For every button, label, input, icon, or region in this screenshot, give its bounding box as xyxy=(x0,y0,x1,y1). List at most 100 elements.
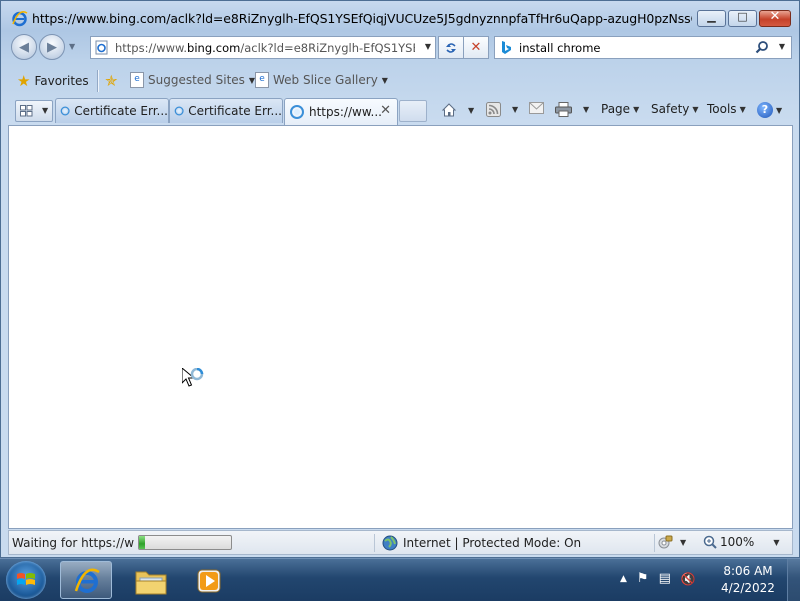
suggested-sites-label: Suggested Sites xyxy=(148,73,245,87)
star-icon: ★ xyxy=(17,72,31,90)
help-menu[interactable]: ? ▼ xyxy=(757,102,782,118)
add-favorite-star-icon: ✯ xyxy=(105,72,118,90)
taskbar-media-player[interactable] xyxy=(184,561,236,599)
help-icon: ? xyxy=(757,102,773,118)
tab-label: Certificate Err... xyxy=(74,104,168,118)
maximize-button[interactable]: □ xyxy=(728,10,757,27)
chevron-down-icon: ▼ xyxy=(776,105,783,115)
tab-certificate-error-1[interactable]: Certificate Err... xyxy=(55,98,169,123)
loading-progress-bar xyxy=(138,535,232,550)
address-url[interactable]: https://www.bing.com/aclk?ld=e8RiZnyglh-… xyxy=(115,41,415,55)
home-dropdown-icon[interactable]: ▼ xyxy=(468,106,474,115)
taskbar-windows-explorer[interactable] xyxy=(124,561,176,599)
clock-time: 8:06 AM xyxy=(723,564,773,578)
caption-buttons: ▁ □ ✕ xyxy=(697,9,791,27)
print-dropdown-icon[interactable]: ▼ xyxy=(583,105,589,114)
web-slice-gallery-link[interactable]: e Web Slice Gallery ▼ xyxy=(255,72,388,88)
tab-certificate-error-2[interactable]: Certificate Err... xyxy=(169,98,283,123)
status-bar: Waiting for https://www.bing.com/aclk In… xyxy=(8,530,793,555)
taskbar-clock[interactable]: 8:06 AM 4/2/2022 xyxy=(716,563,780,597)
status-text: Waiting for https://www.bing.com/aclk xyxy=(12,536,134,550)
minimize-button[interactable]: ▁ xyxy=(697,10,726,27)
suggested-sites-link[interactable]: e Suggested Sites ▼ xyxy=(130,72,255,88)
windows-logo-icon xyxy=(17,573,35,585)
read-mail-button[interactable] xyxy=(529,102,544,114)
stop-icon: ✕ xyxy=(470,40,482,55)
favorites-button[interactable]: ★ Favorites xyxy=(17,72,89,90)
show-desktop-button[interactable] xyxy=(787,559,800,601)
url-prefix: https://www. xyxy=(115,41,188,55)
home-icon xyxy=(441,103,457,117)
volume-muted-icon[interactable]: 🔇 xyxy=(681,572,696,586)
search-query[interactable]: install chrome xyxy=(519,41,600,55)
new-tab-button[interactable] xyxy=(399,100,427,122)
taskbar: ▲ ⚑ ▤ 🔇 8:06 AM 4/2/2022 xyxy=(0,558,800,601)
address-bar[interactable]: https://www.bing.com/aclk?ld=e8RiZnyglh-… xyxy=(90,36,436,59)
refresh-button[interactable] xyxy=(438,36,464,59)
ie-logo-icon xyxy=(12,11,28,27)
suggested-sites-icon: e xyxy=(130,72,144,88)
forward-arrow-icon: ▶ xyxy=(47,39,57,55)
page-menu[interactable]: Page ▼ xyxy=(601,102,639,116)
safety-menu[interactable]: Safety ▼ xyxy=(651,102,699,116)
chevron-down-icon: ▼ xyxy=(680,537,687,547)
quick-tabs-button[interactable]: ▼ xyxy=(15,100,53,122)
zoom-level-button[interactable]: 100% ▼ xyxy=(703,535,779,549)
gear-lock-icon xyxy=(658,535,673,549)
folder-icon xyxy=(135,571,167,595)
recent-pages-dropdown[interactable]: ▼ xyxy=(69,42,75,51)
tab-row: ▼ Certificate Err... Certificate Err... … xyxy=(1,97,799,125)
taskbar-internet-explorer[interactable] xyxy=(60,561,112,599)
search-box[interactable]: install chrome ▼ xyxy=(494,36,792,59)
print-button[interactable]: ▼ xyxy=(555,102,589,117)
stop-button[interactable]: ✕ xyxy=(463,36,489,59)
tab-close-icon[interactable]: ✕ xyxy=(380,103,391,118)
page-icon xyxy=(95,40,108,55)
media-player-icon xyxy=(197,569,221,593)
start-button[interactable] xyxy=(6,561,46,599)
mail-icon xyxy=(529,102,544,114)
zoom-label: 100% xyxy=(720,535,755,549)
feeds-dropdown-icon[interactable]: ▼ xyxy=(512,105,518,114)
busy-cursor-icon xyxy=(182,368,204,387)
bing-icon xyxy=(502,41,511,54)
close-icon: ✕ xyxy=(769,9,781,24)
zoom-magnifier-icon xyxy=(703,535,717,549)
chevron-down-icon: ▼ xyxy=(739,104,746,114)
feeds-button[interactable]: ▼ xyxy=(486,102,518,117)
favorites-separator xyxy=(97,70,99,92)
title-bar: https://www.bing.com/aclk?ld=e8RiZnyglh-… xyxy=(1,1,799,35)
page-content-area[interactable] xyxy=(8,125,793,529)
action-center-flag-icon[interactable]: ⚑ xyxy=(637,571,649,586)
address-dropdown-icon[interactable]: ▼ xyxy=(425,42,431,51)
add-ons-status-button[interactable]: ▼ xyxy=(657,534,686,550)
close-button[interactable]: ✕ xyxy=(759,9,791,27)
web-slice-gallery-icon: e xyxy=(255,72,269,88)
status-separator xyxy=(374,534,375,552)
tab-list-dropdown-icon[interactable]: ▼ xyxy=(42,106,48,115)
progress-fill xyxy=(139,536,145,549)
tools-menu-label: Tools xyxy=(707,102,737,116)
network-icon[interactable]: ▤ xyxy=(659,571,671,586)
zone-text: Internet | Protected Mode: On xyxy=(403,536,582,550)
show-hidden-icons-icon[interactable]: ▲ xyxy=(620,574,627,584)
status-separator xyxy=(654,534,655,552)
safety-menu-label: Safety xyxy=(651,102,690,116)
tools-menu[interactable]: Tools ▼ xyxy=(707,102,746,116)
search-options-dropdown[interactable]: ▼ xyxy=(779,42,785,51)
add-to-favorites-bar-button[interactable]: ✯ xyxy=(105,72,118,90)
window-title: https://www.bing.com/aclk?ld=e8RiZnyglh-… xyxy=(32,11,692,26)
refresh-icon xyxy=(446,42,456,53)
tab-label: Certificate Err... xyxy=(188,104,282,118)
tab-bing-active[interactable]: https://ww... ✕ xyxy=(284,98,398,125)
maximize-icon: □ xyxy=(737,10,748,23)
ie-window: https://www.bing.com/aclk?ld=e8RiZnyglh-… xyxy=(0,0,800,558)
forward-button[interactable]: ▶ xyxy=(39,34,65,60)
security-zone[interactable]: Internet | Protected Mode: On xyxy=(382,535,581,551)
home-button[interactable]: ▼ xyxy=(441,102,474,118)
chevron-down-icon: ▼ xyxy=(381,75,388,85)
back-button[interactable]: ◀ xyxy=(11,34,37,60)
ie-tab-icon xyxy=(174,106,184,116)
printer-icon xyxy=(555,102,572,117)
search-icon[interactable] xyxy=(755,40,769,54)
